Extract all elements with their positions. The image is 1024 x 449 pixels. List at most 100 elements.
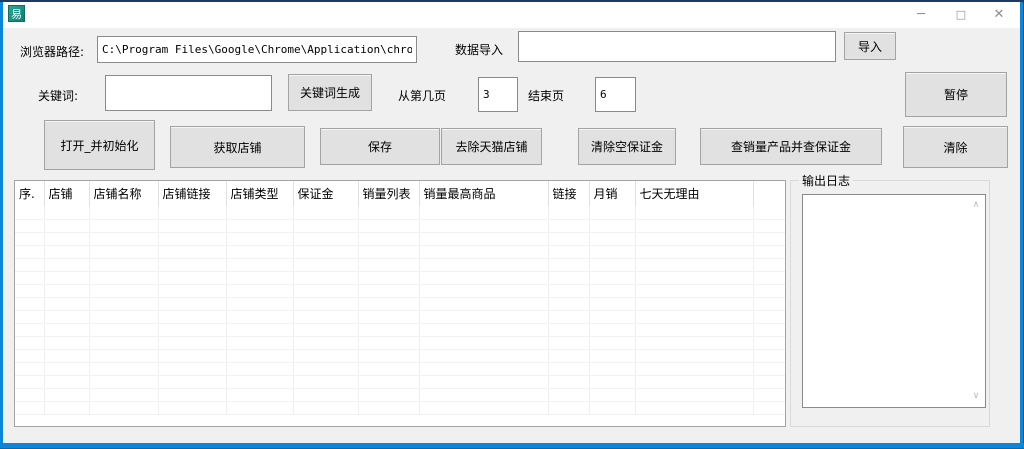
- app-icon: 易: [8, 5, 25, 22]
- table-cell: [589, 232, 635, 245]
- column-header[interactable]: 店铺: [44, 181, 89, 206]
- table-cell: [158, 297, 226, 310]
- table-cell: [635, 297, 753, 310]
- table-row: [15, 206, 786, 219]
- output-log-textarea[interactable]: ∧ ∨: [802, 194, 986, 408]
- start-page-input[interactable]: [478, 77, 518, 112]
- table-cell: [358, 336, 419, 349]
- window-border-bottom: [0, 443, 1024, 449]
- table-cell: [44, 362, 89, 375]
- column-header[interactable]: 序.: [15, 181, 44, 206]
- table-cell: [419, 271, 548, 284]
- table-cell: [158, 232, 226, 245]
- table-cell: [226, 362, 293, 375]
- table-cell: [89, 362, 158, 375]
- table-cell: [753, 206, 786, 219]
- end-page-input[interactable]: [595, 77, 636, 112]
- data-import-label: 数据导入: [455, 41, 503, 58]
- minimize-button[interactable]: ─: [904, 2, 938, 28]
- pause-button[interactable]: 暂停: [905, 72, 1007, 117]
- keyword-generate-button[interactable]: 关键词生成: [288, 74, 372, 111]
- table-row: [15, 297, 786, 310]
- action-button-2[interactable]: 获取店铺: [170, 126, 305, 168]
- table-cell: [226, 284, 293, 297]
- table-cell: [89, 271, 158, 284]
- table-cell: [89, 206, 158, 219]
- column-header[interactable]: 保证金: [293, 181, 358, 206]
- end-page-label: 结束页: [528, 87, 564, 104]
- action-button-4[interactable]: 去除天猫店铺: [441, 128, 542, 165]
- table-cell: [635, 401, 753, 414]
- column-header[interactable]: 店铺名称: [89, 181, 158, 206]
- table-cell: [44, 297, 89, 310]
- table-cell: [226, 375, 293, 388]
- table-cell: [226, 349, 293, 362]
- table-cell: [358, 271, 419, 284]
- table-cell: [753, 375, 786, 388]
- table-cell: [635, 258, 753, 271]
- table-cell: [635, 336, 753, 349]
- table-cell: [89, 349, 158, 362]
- column-header[interactable]: 销量列表: [358, 181, 419, 206]
- table-cell: [15, 297, 44, 310]
- browser-path-input[interactable]: [97, 36, 417, 63]
- table-cell: [753, 258, 786, 271]
- table-cell: [419, 284, 548, 297]
- table-cell: [158, 310, 226, 323]
- import-button[interactable]: 导入: [844, 32, 896, 60]
- table-cell: [548, 297, 589, 310]
- column-header[interactable]: 链接: [548, 181, 589, 206]
- table-cell: [753, 245, 786, 258]
- table-row: [15, 323, 786, 336]
- table-cell: [158, 258, 226, 271]
- table-cell: [753, 271, 786, 284]
- column-header[interactable]: 店铺链接: [158, 181, 226, 206]
- table-cell: [419, 336, 548, 349]
- action-button-6[interactable]: 查销量产品并查保证金: [700, 128, 882, 165]
- column-header[interactable]: [753, 181, 786, 206]
- table-cell: [635, 271, 753, 284]
- action-button-7[interactable]: 清除: [903, 126, 1008, 168]
- table-cell: [44, 336, 89, 349]
- close-button[interactable]: ✕: [982, 2, 1016, 28]
- table-cell: [89, 310, 158, 323]
- table-cell: [15, 258, 44, 271]
- start-page-label: 从第几页: [398, 87, 446, 104]
- table-cell: [548, 401, 589, 414]
- table-cell: [358, 388, 419, 401]
- table-cell: [293, 401, 358, 414]
- shop-table-grid: 序.店铺店铺名称店铺链接店铺类型保证金销量列表销量最高商品链接月销七天无理由: [15, 181, 786, 415]
- keyword-label: 关键词:: [38, 87, 78, 104]
- action-button-5[interactable]: 清除空保证金: [578, 128, 676, 165]
- table-cell: [358, 297, 419, 310]
- action-button-1[interactable]: 打开_并初始化: [44, 120, 155, 170]
- column-header[interactable]: 七天无理由: [635, 181, 753, 206]
- table-cell: [589, 323, 635, 336]
- table-cell: [548, 388, 589, 401]
- table-cell: [753, 388, 786, 401]
- table-cell: [548, 245, 589, 258]
- column-header[interactable]: 销量最高商品: [419, 181, 548, 206]
- table-cell: [419, 388, 548, 401]
- table-row: [15, 349, 786, 362]
- shop-table[interactable]: 序.店铺店铺名称店铺链接店铺类型保证金销量列表销量最高商品链接月销七天无理由: [14, 180, 786, 427]
- action-button-3[interactable]: 保存: [320, 128, 440, 165]
- table-cell: [635, 388, 753, 401]
- title-bar[interactable]: 易 ─ □ ✕: [3, 2, 1020, 28]
- keyword-input[interactable]: [105, 75, 272, 111]
- table-cell: [635, 219, 753, 232]
- maximize-button[interactable]: □: [944, 2, 978, 28]
- column-header[interactable]: 店铺类型: [226, 181, 293, 206]
- data-import-input[interactable]: [518, 31, 836, 62]
- table-cell: [358, 245, 419, 258]
- scroll-up-icon[interactable]: ∧: [970, 201, 982, 210]
- table-cell: [158, 336, 226, 349]
- table-cell: [226, 297, 293, 310]
- scroll-down-icon[interactable]: ∨: [970, 392, 982, 401]
- table-cell: [753, 284, 786, 297]
- table-row: [15, 219, 786, 232]
- column-header[interactable]: 月销: [589, 181, 635, 206]
- table-cell: [89, 232, 158, 245]
- table-row: [15, 401, 786, 414]
- table-cell: [15, 245, 44, 258]
